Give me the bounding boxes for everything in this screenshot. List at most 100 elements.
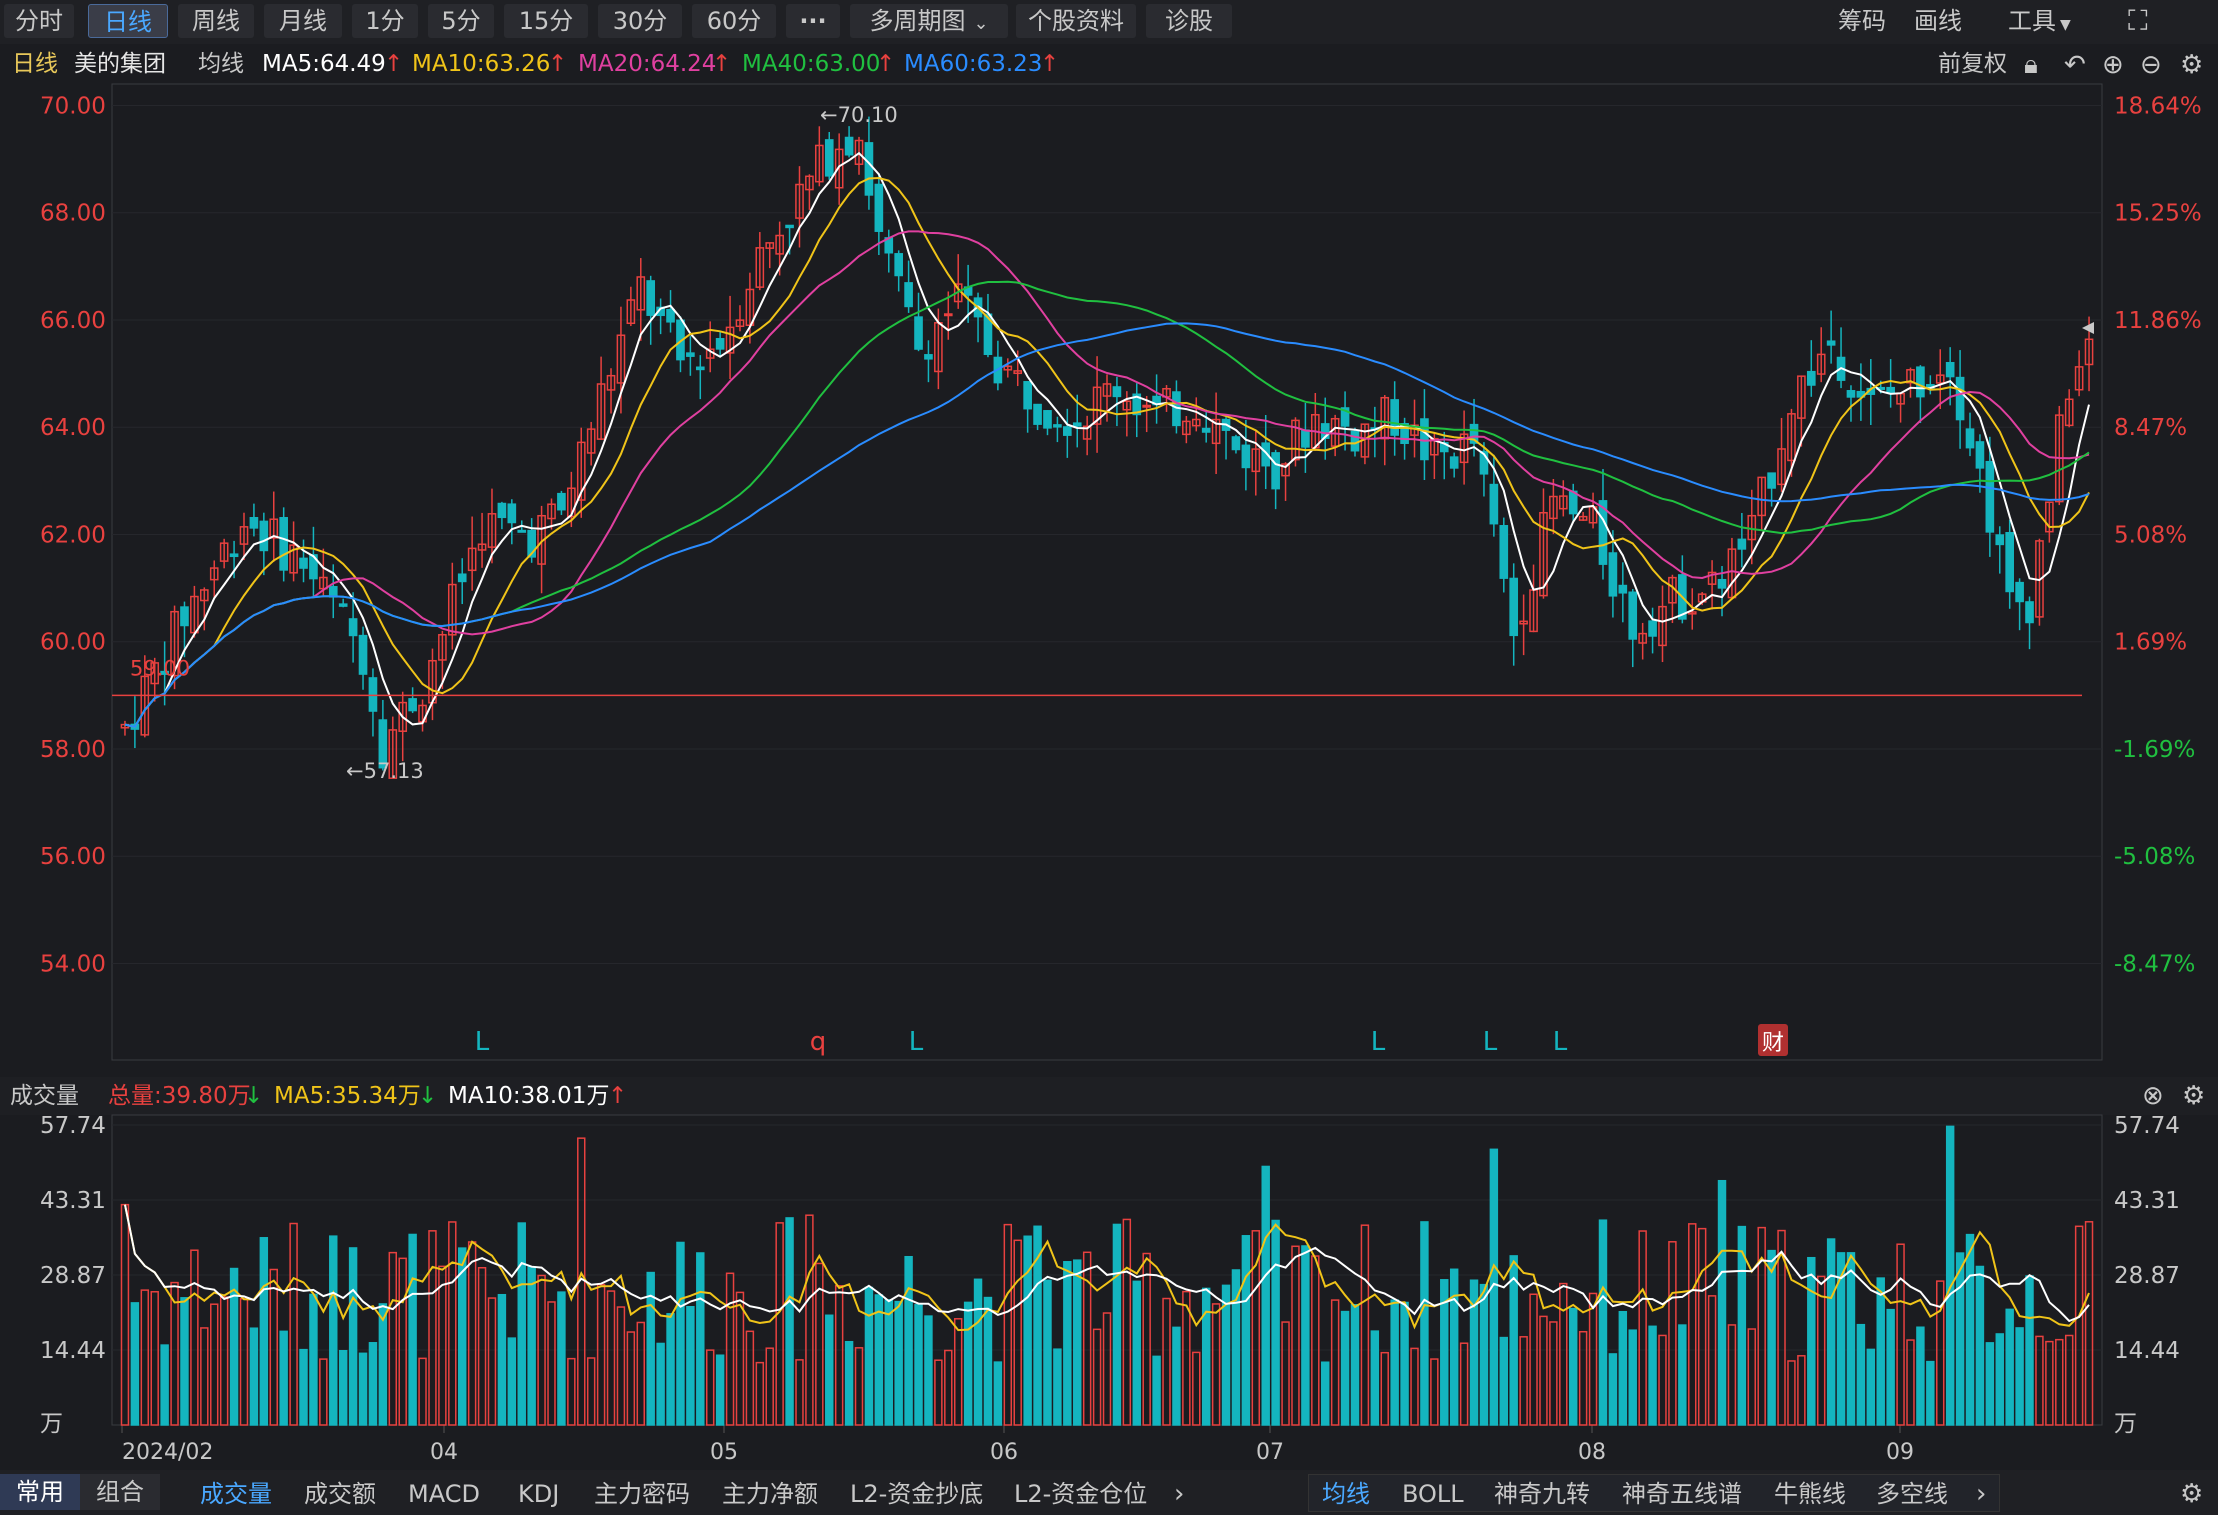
- tab-5min[interactable]: 5分: [428, 4, 494, 38]
- stock-profile-button[interactable]: 个股资料: [1016, 4, 1136, 38]
- volume-bar: [1271, 1219, 1280, 1426]
- candle-body: [1261, 442, 1271, 467]
- volume-bar: [428, 1230, 437, 1426]
- ma-label[interactable]: 均线: [198, 48, 244, 80]
- multi-period-dropdown[interactable]: 多周期图 ⌄: [850, 4, 1008, 38]
- tab-combo[interactable]: 组合: [80, 1474, 160, 1510]
- overlay-ma[interactable]: 均线: [1322, 1478, 1370, 1510]
- more-periods-button[interactable]: ···: [786, 4, 840, 38]
- volume-bar: [239, 1298, 249, 1426]
- adjust-mode[interactable]: 前复权: [1938, 48, 2007, 80]
- volume-bar: [2005, 1308, 2014, 1426]
- candle-body: [815, 144, 824, 183]
- gear-icon[interactable]: ⚙: [2180, 50, 2203, 80]
- volume-gear-icon[interactable]: ⚙: [2182, 1081, 2205, 1111]
- zoom-in-icon[interactable]: ⊕: [2102, 50, 2124, 80]
- draw-button[interactable]: 画线: [1914, 4, 1962, 38]
- indicator-main-code[interactable]: 主力密码: [594, 1478, 690, 1510]
- candle-body: [914, 316, 923, 350]
- candle-body: [1102, 383, 1112, 397]
- volume-bar: [329, 1235, 338, 1426]
- volume-bar: [1340, 1310, 1350, 1426]
- tab-30min[interactable]: 30分: [598, 4, 682, 38]
- volume-bar: [666, 1313, 675, 1426]
- indicator-volume[interactable]: 成交量: [200, 1478, 272, 1510]
- ma60-value: MA60:63.23: [904, 51, 1043, 77]
- chips-button[interactable]: 筹码: [1838, 4, 1886, 38]
- candle-body: [1935, 374, 1945, 384]
- indicator-macd[interactable]: MACD: [408, 1478, 480, 1510]
- candle-body: [1063, 426, 1072, 436]
- candle-body: [1985, 460, 1995, 533]
- candle-body: [934, 322, 943, 373]
- candle-body: [1112, 386, 1122, 398]
- candle-body: [1033, 403, 1042, 425]
- volume-ma5: MA5:35.34万: [274, 1083, 421, 1109]
- candle-body: [1549, 495, 1558, 520]
- candle-body: [1499, 525, 1509, 579]
- tab-1min[interactable]: 1分: [352, 4, 418, 38]
- tools-dropdown[interactable]: 工具 ▼: [2008, 4, 2071, 38]
- overlay-magic-five[interactable]: 神奇五线谱: [1622, 1478, 1742, 1510]
- volume-bar: [1787, 1360, 1796, 1426]
- settings-icon[interactable]: ⚙: [2180, 1478, 2203, 1510]
- volume-bar: [1568, 1307, 1578, 1426]
- indicator-main-net[interactable]: 主力净额: [722, 1478, 818, 1510]
- candle-body: [1866, 387, 1876, 395]
- price-tick-label: 70.00: [40, 93, 106, 119]
- overlay-bull-bear[interactable]: 牛熊线: [1774, 1478, 1846, 1510]
- candle-body: [2045, 501, 2054, 533]
- chevron-down-icon: ⌄: [973, 13, 989, 34]
- tab-weekly[interactable]: 周线: [178, 4, 254, 38]
- diagnose-button[interactable]: 诊股: [1146, 4, 1232, 38]
- candle-body: [1340, 407, 1350, 427]
- indicator-turnover[interactable]: 成交额: [304, 1478, 376, 1510]
- tab-monthly[interactable]: 月线: [264, 4, 342, 38]
- overlay-magic-nine[interactable]: 神奇九转: [1494, 1478, 1590, 1510]
- zoom-out-icon[interactable]: ⊖: [2140, 50, 2162, 80]
- candle-body: [1797, 375, 1806, 419]
- candle-body: [1291, 419, 1300, 461]
- candle-body: [1658, 605, 1667, 647]
- volume-bar: [507, 1337, 517, 1426]
- overlay-boll[interactable]: BOLL: [1402, 1478, 1464, 1510]
- volume-bar: [527, 1266, 536, 1426]
- volume-bar: [785, 1217, 794, 1426]
- ma60-line: [124, 322, 2090, 728]
- indicator-kdj[interactable]: KDJ: [518, 1478, 559, 1510]
- tab-daily[interactable]: 日线: [88, 4, 168, 38]
- event-marker: L: [1553, 1027, 1568, 1057]
- candle-body: [636, 276, 646, 311]
- percent-tick-label: 18.64%: [2114, 93, 2202, 119]
- volume-bar: [1390, 1299, 1399, 1426]
- tab-15min[interactable]: 15分: [504, 4, 588, 38]
- event-marker: L: [475, 1027, 490, 1057]
- candle-body: [1737, 538, 1747, 550]
- close-icon[interactable]: ⊗: [2142, 1081, 2164, 1111]
- price-tick-label: 64.00: [40, 415, 106, 441]
- candle-body: [884, 237, 894, 254]
- lock-icon[interactable]: 🔒︎: [2024, 50, 2038, 80]
- overlay-long-short[interactable]: 多空线: [1876, 1478, 1948, 1510]
- indicator-l2-bottom[interactable]: L2-资金抄底: [850, 1478, 983, 1510]
- tab-common[interactable]: 常用: [0, 1474, 80, 1510]
- chevron-right-icon[interactable]: ›: [1174, 1478, 1184, 1510]
- candle-body: [1380, 396, 1390, 440]
- volume-bar: [577, 1137, 586, 1426]
- fullscreen-icon[interactable]: ⛶: [2128, 4, 2148, 38]
- candle-body: [328, 586, 338, 598]
- volume-bar: [567, 1357, 576, 1426]
- volume-bar: [1192, 1351, 1201, 1426]
- volume-ma10: MA10:38.01万: [448, 1083, 610, 1109]
- candle-body: [1668, 576, 1677, 604]
- indicator-l2-position[interactable]: L2-资金仓位: [1014, 1478, 1147, 1510]
- tab-60min[interactable]: 60分: [692, 4, 776, 38]
- candle-body: [1836, 356, 1846, 381]
- candle-body: [1400, 423, 1409, 444]
- tab-fenshi[interactable]: 分时: [4, 4, 74, 38]
- undo-icon[interactable]: ↶: [2064, 50, 2086, 80]
- volume-bar: [1112, 1223, 1122, 1426]
- kline-chart[interactable]: 70.00 18.64% 68.00 15.25% 66.00 11.86% 64.00 8.…: [0, 0, 2218, 1515]
- candle-body: [1886, 386, 1895, 394]
- overlay-next-icon[interactable]: ›: [1976, 1478, 1986, 1510]
